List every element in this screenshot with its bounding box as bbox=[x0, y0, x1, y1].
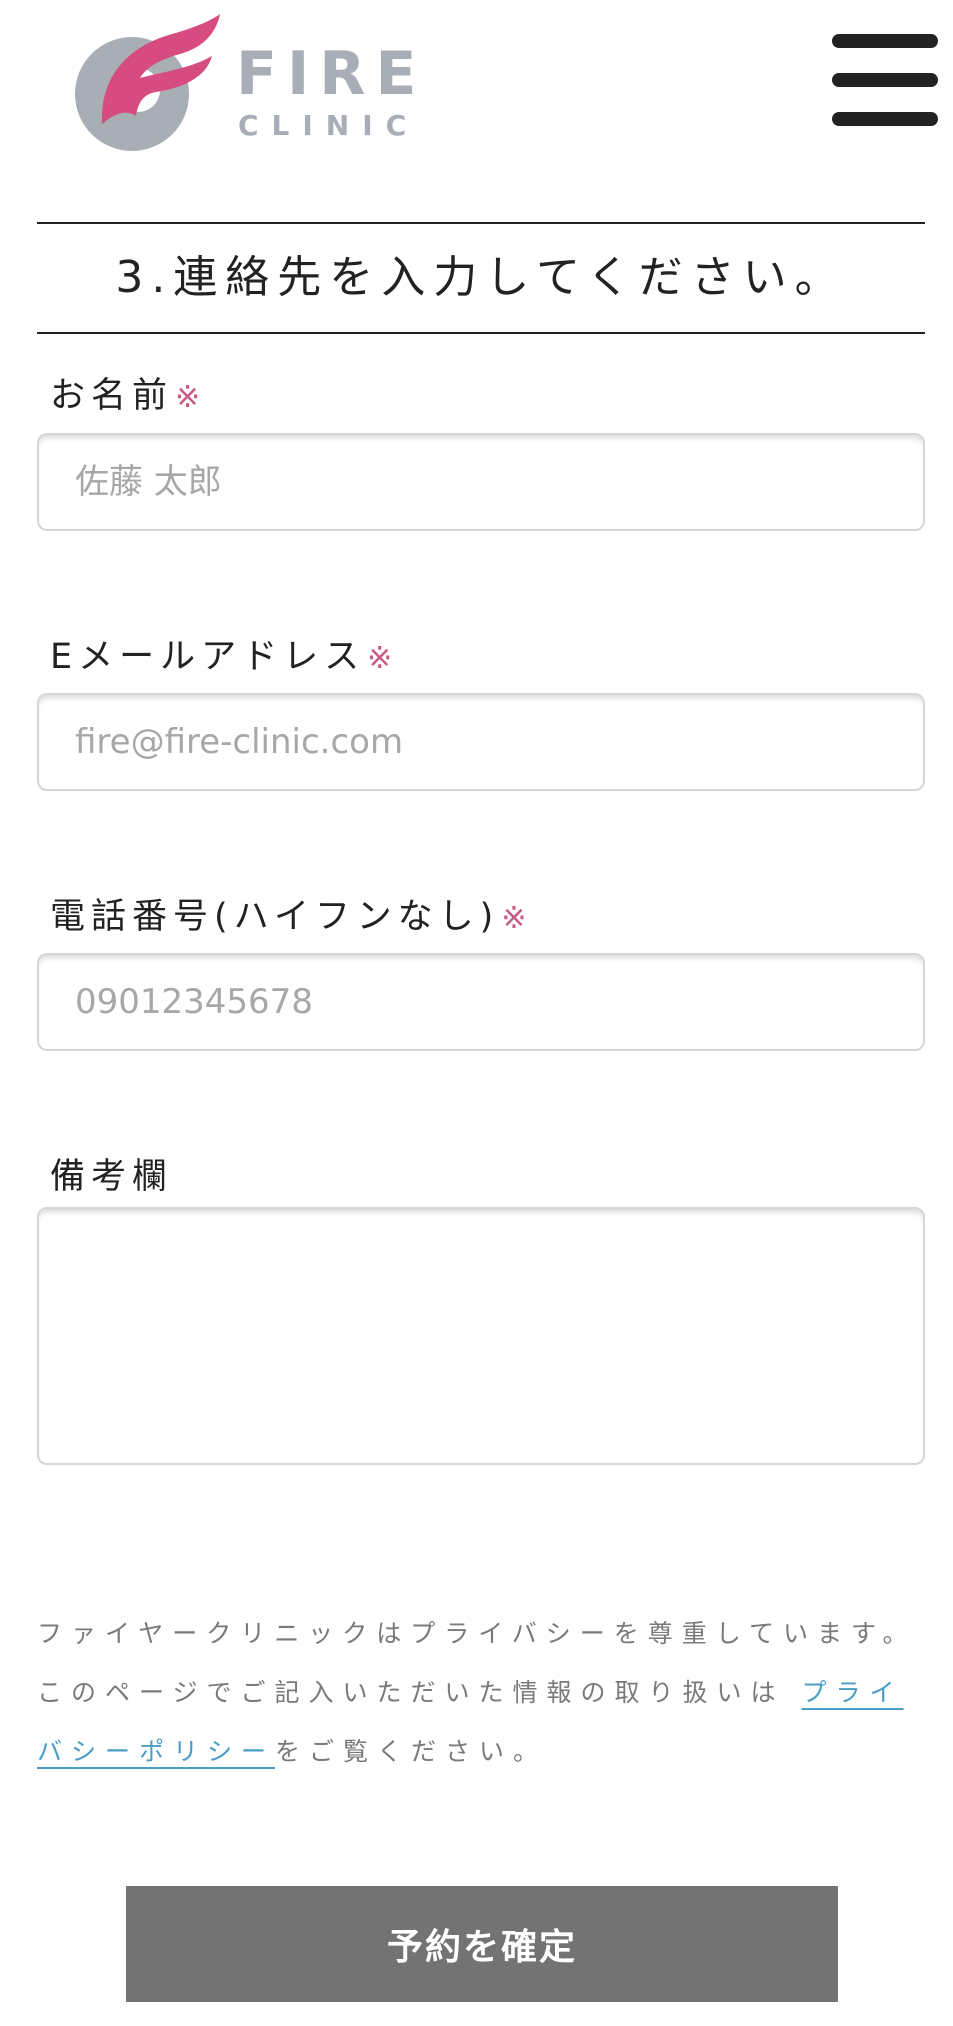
email-label-text: Eメールアドレス bbox=[50, 637, 366, 677]
flame-logo-icon bbox=[75, 14, 220, 151]
confirm-reservation-button[interactable]: 予約を確定 bbox=[126, 1886, 838, 2002]
required-mark: ※ bbox=[367, 641, 393, 676]
menu-bar bbox=[832, 112, 938, 126]
name-input[interactable] bbox=[37, 433, 925, 531]
phone-label: 電話番号(ハイフンなし)※ bbox=[50, 900, 526, 935]
privacy-line-1: ファイヤークリニックはプライバシーを尊重しています。 bbox=[37, 1619, 917, 1648]
name-label: お名前※ bbox=[50, 379, 200, 414]
email-label: Eメールアドレス※ bbox=[50, 640, 392, 675]
privacy-notice: ファイヤークリニックはプライバシーを尊重しています。 このページでご記入いただい… bbox=[37, 1604, 927, 1781]
menu-bar bbox=[832, 34, 938, 48]
name-label-text: お名前 bbox=[50, 376, 174, 416]
section-title-box: 3.連絡先を入力してください。 bbox=[37, 222, 925, 334]
section-title: 3.連絡先を入力してください。 bbox=[115, 252, 847, 303]
logo-wordmark-fire: FIRE bbox=[236, 39, 427, 109]
required-mark: ※ bbox=[501, 901, 527, 936]
notes-label-text: 備考欄 bbox=[50, 1157, 174, 1197]
phone-input[interactable] bbox=[37, 953, 925, 1051]
clinic-logo[interactable]: FIRE CLINIC bbox=[62, 12, 417, 152]
phone-label-text: 電話番号(ハイフンなし) bbox=[50, 897, 500, 937]
site-header: FIRE CLINIC bbox=[0, 0, 953, 170]
notes-label: 備考欄 bbox=[50, 1160, 173, 1195]
email-input[interactable] bbox=[37, 693, 925, 791]
notes-textarea[interactable] bbox=[37, 1207, 925, 1465]
privacy-line-2-before: このページでご記入いただいた情報の取り扱いは bbox=[37, 1678, 785, 1707]
logo-wordmark-clinic: CLINIC bbox=[238, 109, 420, 142]
privacy-line-2-after: をご覧ください。 bbox=[275, 1737, 548, 1766]
menu-bar bbox=[832, 73, 938, 87]
hamburger-menu-icon[interactable] bbox=[832, 34, 938, 128]
required-mark: ※ bbox=[175, 380, 201, 415]
